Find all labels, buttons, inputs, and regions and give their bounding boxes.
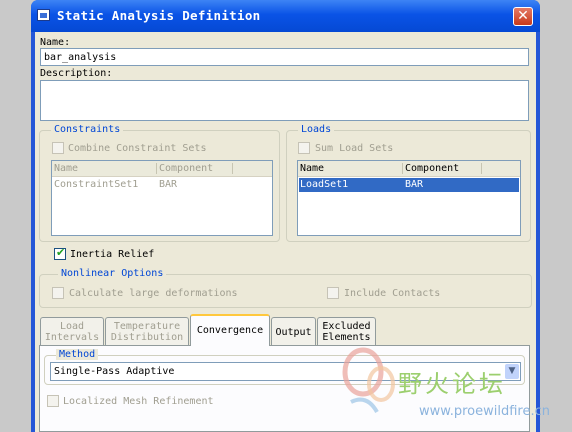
list-item[interactable]: ConstraintSet1 BAR — [53, 178, 271, 192]
window-title: Static Analysis Definition — [57, 8, 261, 23]
close-button[interactable]: ✕ — [513, 7, 533, 26]
combine-constraint-sets-checkbox[interactable] — [52, 142, 64, 154]
tab-label: Convergence — [196, 325, 264, 336]
column-divider — [156, 163, 157, 174]
method-value: Single-Pass Adaptive — [54, 366, 175, 377]
list-item[interactable]: LoadSet1 BAR — [299, 178, 519, 192]
column-divider — [402, 163, 403, 174]
close-icon: ✕ — [517, 8, 529, 24]
constraints-list[interactable]: Name Component ConstraintSet1 BAR — [51, 160, 273, 236]
include-contacts-checkbox[interactable] — [327, 287, 339, 299]
include-contacts-label: Include Contacts — [344, 288, 441, 299]
inertia-relief-label: Inertia Relief — [70, 249, 155, 260]
constraint-set-name: ConstraintSet1 — [54, 179, 139, 190]
tab-load-intervals[interactable]: Load Intervals — [40, 317, 104, 346]
loads-title: Loads — [298, 124, 335, 135]
tab-output[interactable]: Output — [271, 317, 316, 346]
name-value: bar_analysis — [44, 52, 117, 63]
column-divider — [232, 163, 233, 174]
method-title: Method — [56, 349, 99, 360]
tab-label: Excluded — [322, 321, 371, 332]
loads-list[interactable]: Name Component LoadSet1 BAR — [297, 160, 521, 236]
localized-mesh-refinement-checkbox[interactable] — [47, 395, 59, 407]
large-deformations-label: Calculate large deformations — [69, 288, 238, 299]
inertia-relief-checkbox[interactable] — [54, 246, 66, 260]
column-divider — [481, 163, 482, 174]
tab-convergence[interactable]: Convergence — [190, 314, 270, 346]
tab-label: Intervals — [44, 332, 100, 343]
tab-temperature-distribution[interactable]: Temperature Distribution — [105, 317, 189, 346]
large-deformations-checkbox[interactable] — [52, 287, 64, 299]
column-name[interactable]: Name — [54, 163, 78, 174]
constraints-group: Constraints Combine Constraint Sets Name… — [39, 124, 280, 242]
description-label: Description: — [40, 68, 113, 79]
column-component[interactable]: Component — [159, 163, 213, 174]
constraints-title: Constraints — [51, 124, 124, 135]
name-field[interactable]: bar_analysis — [40, 48, 529, 66]
constraint-set-component: BAR — [159, 179, 178, 190]
localized-mesh-refinement-label: Localized Mesh Refinement — [63, 396, 214, 407]
tab-label: Output — [275, 327, 312, 338]
title-bar[interactable]: Static Analysis Definition ✕ — [31, 0, 540, 32]
watermark: 野火论坛 www.proewildfire.cn — [333, 342, 572, 432]
sum-load-sets-label: Sum Load Sets — [315, 143, 394, 154]
load-set-name: LoadSet1 — [300, 179, 349, 190]
tab-label: Temperature — [113, 321, 181, 332]
loads-list-header: Name Component — [298, 161, 520, 177]
column-name[interactable]: Name — [300, 163, 324, 174]
window-icon — [37, 9, 50, 21]
loads-group: Loads Sum Load Sets Name Component LoadS… — [286, 124, 531, 242]
load-set-component: BAR — [405, 179, 424, 190]
tab-label: Load — [59, 321, 85, 332]
nonlinear-options-title: Nonlinear Options — [58, 268, 167, 279]
description-field[interactable] — [40, 80, 529, 121]
combine-constraint-sets-label: Combine Constraint Sets — [68, 143, 207, 154]
name-label: Name: — [40, 37, 71, 48]
constraints-list-header: Name Component — [52, 161, 272, 177]
sum-load-sets-checkbox[interactable] — [298, 142, 310, 154]
watermark-text: 野火论坛 — [398, 370, 506, 398]
tab-label: Distribution — [110, 332, 184, 343]
column-component[interactable]: Component — [405, 163, 459, 174]
nonlinear-options-group: Nonlinear Options Calculate large deform… — [39, 268, 532, 308]
watermark-url: www.proewildfire.cn — [419, 404, 550, 419]
